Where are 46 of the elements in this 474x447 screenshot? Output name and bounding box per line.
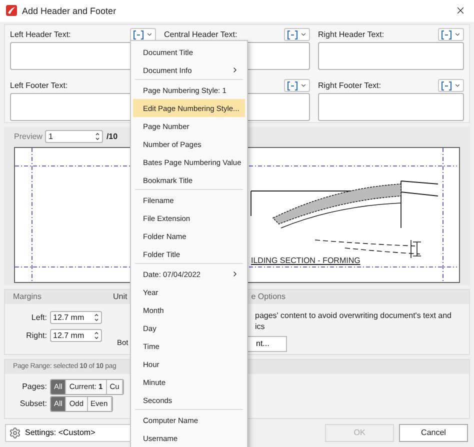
field-label: Left Header Text: — [10, 30, 71, 40]
window-title: Add Header and Footer — [22, 6, 118, 16]
insert-field-button[interactable] — [130, 28, 156, 42]
spin-arrows-icon[interactable] — [94, 331, 99, 340]
field-label: Right: — [25, 331, 47, 340]
spin-arrows-icon[interactable] — [94, 313, 99, 322]
field-label: Right Footer Text: — [318, 81, 381, 90]
chevron-down-icon — [300, 31, 307, 38]
field-label: Pages: — [21, 382, 47, 392]
page-total: /10 — [106, 132, 118, 142]
gear-icon — [9, 426, 21, 439]
field-code-icon — [441, 30, 452, 40]
field-code-icon — [441, 80, 452, 91]
field-label: Right Header Text: — [318, 30, 384, 40]
field-code-icon — [287, 80, 298, 91]
chevron-down-icon — [454, 31, 461, 38]
app-logo-icon — [6, 5, 17, 16]
preview-label: Preview — [14, 132, 42, 142]
option-text: pages' content to avoid overwriting document's text and — [254, 310, 453, 321]
section-title: e Options — [251, 292, 286, 302]
text-field[interactable] — [318, 92, 464, 121]
dialog-button[interactable]: Cancel — [399, 424, 468, 442]
insert-field-button[interactable] — [284, 28, 310, 42]
insert-field-button[interactable] — [438, 79, 464, 92]
chevron-down-icon — [300, 82, 307, 90]
text-field[interactable] — [318, 42, 464, 70]
spin-arrows-icon[interactable] — [95, 132, 100, 142]
settings-dropdown[interactable]: Settings: <Custom> — [5, 424, 131, 442]
section-title: Margins — [13, 292, 42, 302]
field-code-icon — [287, 30, 298, 40]
field-label: Subset: — [18, 399, 47, 408]
insert-field-button[interactable] — [438, 28, 464, 42]
option-text: ics — [254, 320, 266, 332]
field-label: Left Footer Text: — [10, 81, 68, 90]
field-label: Left: — [30, 313, 47, 322]
field-code-icon — [133, 30, 144, 40]
margin-spin-field[interactable]: 12.7 mm — [50, 329, 102, 342]
field-label: Central Header Text: — [164, 30, 238, 40]
unit-label: Unit — [113, 292, 128, 302]
drawing-caption: ILDING SECTION - FORMING — [251, 256, 360, 265]
insert-field-button[interactable] — [284, 79, 310, 92]
chevron-down-icon — [454, 82, 461, 90]
page-spin-field[interactable]: 1 — [45, 130, 104, 144]
chevron-down-icon — [146, 31, 153, 38]
margin-spin-field[interactable]: 12.7 mm — [50, 311, 102, 324]
close-icon[interactable] — [455, 5, 466, 16]
